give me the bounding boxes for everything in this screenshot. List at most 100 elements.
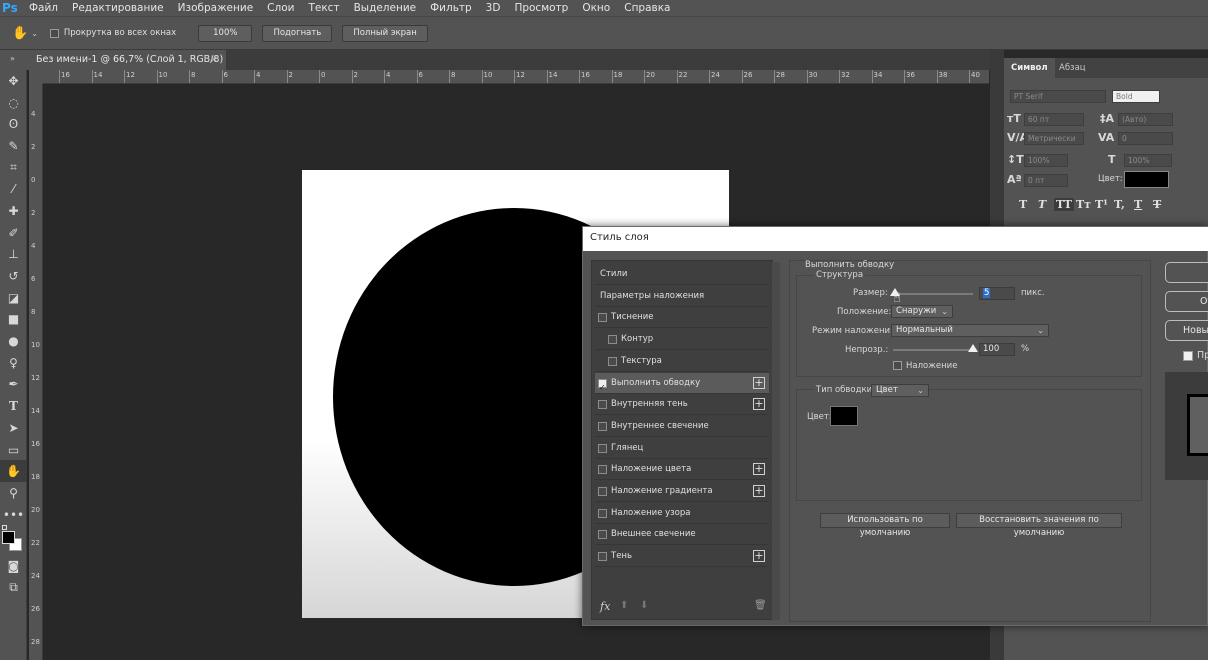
move-tool-icon[interactable]: ✥ — [0, 70, 27, 92]
document-tab[interactable]: Без имени-1 @ 66,7% (Слой 1, RGB/8) * × — [30, 50, 226, 85]
style-item[interactable]: Внутренняя тень + — [595, 394, 769, 416]
gradient-tool-icon[interactable]: ■ — [0, 309, 27, 331]
font-size-field[interactable]: 60 пт — [1024, 113, 1084, 126]
style-item[interactable]: Наложение цвета + — [595, 459, 769, 481]
style-checkbox[interactable] — [598, 487, 607, 496]
small-caps-icon[interactable]: Tт — [1076, 198, 1091, 211]
healing-brush-tool-icon[interactable]: ✚ — [0, 200, 27, 222]
style-checkbox[interactable] — [598, 508, 607, 518]
menu-item[interactable]: Окно — [575, 0, 617, 16]
menu-item[interactable]: Выделение — [347, 0, 424, 16]
dodge-tool-icon[interactable]: ♀ — [0, 352, 27, 374]
menu-item[interactable]: Файл — [22, 0, 65, 16]
styles-list-scrollbar[interactable] — [772, 262, 780, 620]
hand-tool-icon[interactable]: ✋ — [0, 460, 27, 483]
style-checkbox[interactable] — [598, 552, 607, 562]
style-checkbox[interactable] — [598, 530, 607, 540]
subscript-icon[interactable]: T, — [1114, 198, 1125, 211]
fit-screen-button[interactable]: Подогнать — [262, 24, 333, 42]
horizontal-scale-field[interactable]: 100% — [1124, 154, 1172, 167]
superscript-icon[interactable]: T¹ — [1095, 198, 1108, 211]
pen-tool-icon[interactable]: ✒ — [0, 374, 27, 396]
text-color-swatch[interactable] — [1124, 171, 1169, 188]
style-item[interactable]: Стили — [595, 264, 769, 285]
style-checkbox[interactable] — [598, 313, 607, 323]
faux-bold-icon[interactable]: T — [1019, 198, 1027, 211]
strikethrough-icon[interactable]: T — [1153, 198, 1161, 211]
style-item[interactable]: Тень + — [595, 546, 769, 568]
style-checkbox[interactable] — [608, 335, 617, 345]
size-slider-track[interactable] — [893, 293, 973, 295]
overprint-checkbox[interactable] — [893, 361, 902, 370]
style-checkbox[interactable] — [598, 465, 607, 475]
font-style-select[interactable]: Bold — [1112, 90, 1160, 103]
path-selection-tool-icon[interactable]: ➤ — [0, 417, 27, 439]
menu-item[interactable]: Текст — [301, 0, 346, 16]
collapse-toolbar-icon[interactable]: » — [10, 54, 15, 63]
new-style-button[interactable]: Новый — [1165, 320, 1208, 341]
style-item[interactable]: Глянец — [595, 438, 769, 459]
baseline-shift-field[interactable]: 0 пт — [1024, 174, 1068, 187]
marquee-tool-icon[interactable]: ◌ — [0, 92, 27, 114]
more-tools-icon[interactable]: ••• — [0, 504, 27, 526]
style-item[interactable]: Текстура — [595, 351, 769, 372]
quick-mask-icon[interactable]: ◙ — [0, 555, 27, 577]
fx-icon[interactable]: fx — [600, 600, 610, 613]
add-effect-icon[interactable]: + — [753, 463, 765, 476]
scroll-all-windows-checkbox[interactable] — [49, 28, 59, 38]
shape-tool-icon[interactable]: ▭ — [0, 439, 27, 461]
vertical-scale-field[interactable]: 100% — [1024, 154, 1068, 167]
opacity-input[interactable]: 100 — [979, 343, 1015, 356]
fill-screen-button[interactable]: Полный экран — [342, 24, 428, 42]
add-effect-icon[interactable]: + — [753, 550, 765, 563]
style-item[interactable]: Выполнить обводку + — [595, 372, 769, 398]
add-effect-icon[interactable]: + — [753, 376, 765, 389]
preview-checkbox[interactable] — [1183, 351, 1193, 361]
style-checkbox[interactable] — [608, 356, 617, 366]
blur-tool-icon[interactable]: ● — [0, 330, 27, 352]
underline-icon[interactable]: T — [1134, 198, 1142, 211]
style-checkbox[interactable] — [598, 421, 607, 431]
menu-item[interactable]: Слои — [260, 0, 301, 16]
zoom-tool-icon[interactable]: ⚲ — [0, 482, 27, 504]
style-item[interactable]: Наложение градиента + — [595, 481, 769, 502]
add-effect-icon[interactable]: + — [753, 398, 765, 411]
menu-item[interactable]: Справка — [617, 0, 677, 16]
blend-mode-select[interactable]: Нормальный ⌄ — [891, 324, 1049, 337]
menu-item[interactable]: 3D — [479, 0, 508, 16]
menu-item[interactable]: Изображение — [171, 0, 261, 16]
ok-button[interactable] — [1165, 262, 1208, 283]
crop-tool-icon[interactable]: ⌗ — [0, 157, 27, 179]
zoom-100-button[interactable]: 100% — [198, 24, 253, 42]
fill-type-select[interactable]: Цвет ⌄ — [871, 384, 929, 397]
history-brush-tool-icon[interactable]: ↺ — [0, 265, 27, 287]
style-checkbox[interactable] — [598, 443, 607, 453]
opacity-slider-track[interactable] — [893, 349, 973, 351]
leading-field[interactable]: (Авто) — [1118, 113, 1173, 126]
eyedropper-tool-icon[interactable]: ⁄ — [0, 178, 27, 200]
style-item[interactable]: Внутреннее свечение — [595, 416, 769, 437]
reset-default-button[interactable]: Восстановить значения по умолчанию — [956, 513, 1122, 538]
move-up-icon[interactable]: ⬆ — [620, 600, 628, 611]
faux-italic-icon[interactable]: T — [1038, 198, 1046, 211]
move-down-icon[interactable]: ⬇ — [640, 600, 648, 611]
tab-character[interactable]: Символ — [1004, 58, 1055, 78]
size-input[interactable]: 5 — [979, 287, 1015, 300]
clone-stamp-tool-icon[interactable]: ⊥ — [0, 244, 27, 266]
menu-item[interactable]: Фильтр — [423, 0, 479, 16]
position-select[interactable]: Снаружи ⌄ — [891, 305, 953, 318]
hand-tool-icon[interactable]: ✋ — [12, 26, 28, 41]
tool-preset-dropdown-icon[interactable]: ⌄ — [31, 29, 38, 38]
lasso-tool-icon[interactable]: ʘ — [0, 113, 27, 135]
menu-item[interactable]: Редактирование — [65, 0, 171, 16]
tab-paragraph[interactable]: Абзац — [1052, 58, 1093, 78]
screen-mode-icon[interactable]: ⧉ — [0, 577, 27, 599]
style-item[interactable]: Тиснение — [595, 307, 769, 329]
cancel-button[interactable]: От — [1165, 291, 1208, 312]
style-checkbox[interactable] — [598, 400, 607, 410]
foreground-color-swatch[interactable] — [2, 531, 15, 545]
stroke-color-swatch[interactable] — [830, 406, 858, 426]
default-colors-icon[interactable] — [2, 525, 7, 531]
brush-tool-icon[interactable]: ✐ — [0, 222, 27, 244]
menu-item[interactable]: Просмотр — [507, 0, 575, 16]
